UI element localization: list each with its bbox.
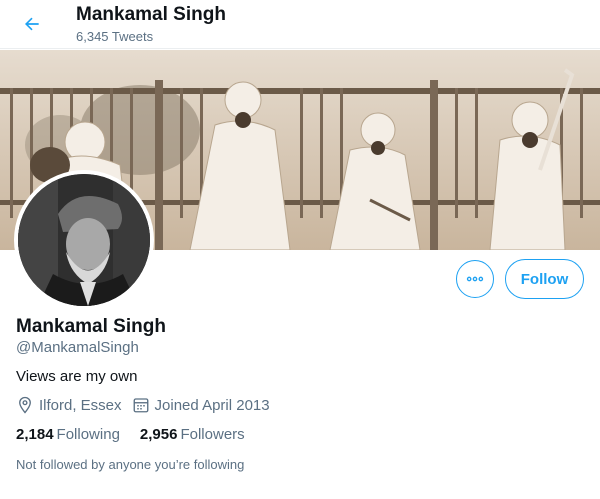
arrow-left-icon [25,17,39,31]
profile-bio: Views are my own [16,368,138,385]
location-pin-icon [19,396,31,414]
not-followed-notice: Not followed by anyone you’re following [16,457,245,472]
profile-handle: @MankamalSingh [16,339,139,356]
calendar-icon [133,398,148,413]
following-label: Following [56,426,120,443]
more-options-button[interactable] [456,260,494,298]
following-count: 2,184 [16,426,54,443]
followers-label: Followers [180,426,245,443]
joined-item: Joined April 2013 [132,396,270,414]
header-divider [0,48,600,49]
profile-stats: 2,184 Following 2,956 Followers [16,426,265,443]
location-text: Ilford, Essex [39,396,122,414]
followers-count: 2,956 [139,426,178,443]
avatar-photo [18,174,150,306]
avatar-image [18,174,150,306]
profile-header-bar: Mankamal Singh 6,345 Tweets [0,0,600,50]
joined-text: Joined April 2013 [154,396,270,414]
follow-button[interactable]: Follow [505,259,584,299]
profile-avatar[interactable] [14,170,154,310]
followers-link[interactable]: 2,956 Followers [140,426,245,443]
profile-meta: Ilford, Essex Joined April 2013 [16,396,280,414]
more-options-icon [466,276,484,282]
back-button[interactable] [14,6,50,42]
header-name: Mankamal Singh [76,4,226,25]
profile-display-name: Mankamal Singh [16,316,166,337]
tweet-count: 6,345 Tweets [76,29,154,44]
following-link[interactable]: 2,184 Following [16,426,120,443]
location-item: Ilford, Essex [16,396,122,414]
